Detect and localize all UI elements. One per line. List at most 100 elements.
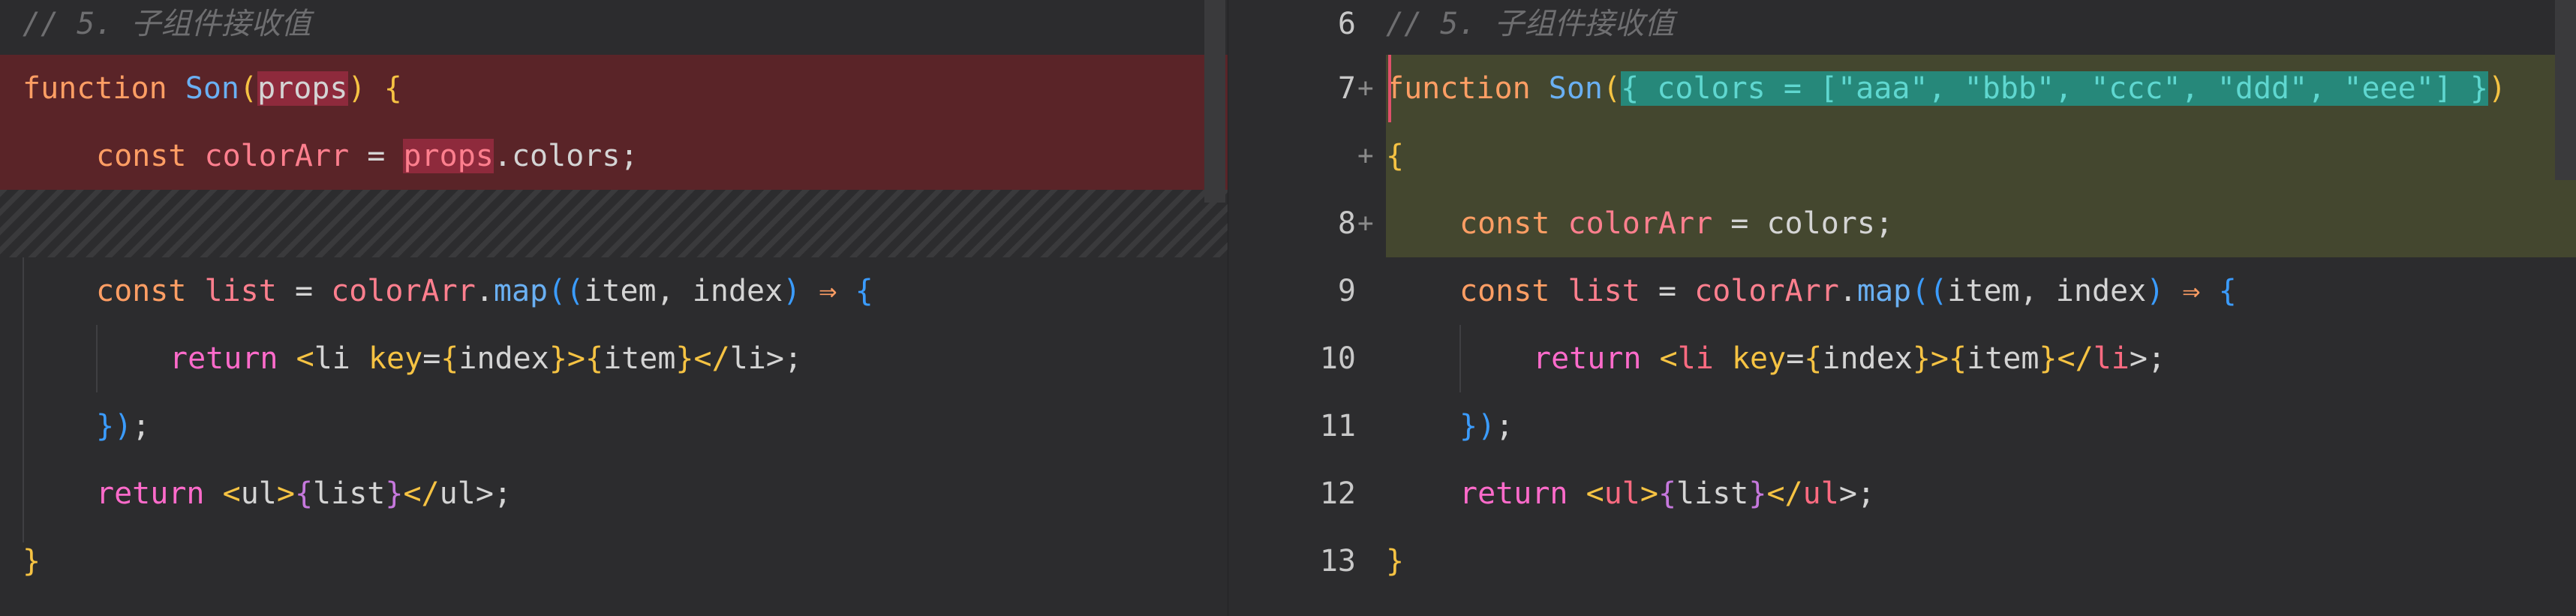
tag-bracket: < — [296, 341, 314, 376]
diff-left-pane[interactable]: // 5. 子组件接收值 function Son(props) { const… — [0, 0, 1228, 616]
keyword: function — [1386, 71, 1531, 106]
code-text: }); — [96, 392, 150, 460]
attr-name: key — [1731, 341, 1787, 376]
empty-diff-block — [0, 190, 1228, 257]
brace: } — [23, 544, 41, 578]
params: item, index — [584, 274, 783, 308]
code-line: }); — [0, 392, 1228, 460]
code-line: return <li key={index}>{item}</li>; — [0, 325, 1228, 392]
scrollbar-thumb[interactable] — [1204, 0, 1225, 203]
deleted-highlight: props — [257, 71, 348, 106]
tag-bracket: < — [222, 476, 241, 511]
dot: . — [475, 274, 494, 308]
tag-bracket: > — [567, 341, 585, 376]
variable: list — [1568, 274, 1640, 308]
tag-name: li — [1677, 341, 1714, 376]
variable: colorArr — [1568, 206, 1713, 241]
code-line: return <ul>{list}</ul>; — [0, 460, 1228, 527]
line-number: 12 — [1319, 476, 1356, 511]
brace: { — [294, 476, 314, 511]
brace: { — [383, 71, 402, 106]
keyword: return — [1459, 476, 1568, 511]
line-number: 8 — [1337, 206, 1356, 241]
comment-text: // 5. 子组件接收值 — [1386, 7, 1675, 41]
line-number: 10 — [1319, 341, 1356, 376]
code-line: }); — [1386, 392, 2576, 460]
paren: ) — [2488, 71, 2507, 106]
brace: } — [1748, 476, 1767, 511]
tag-name: li — [729, 341, 766, 376]
code-line-comment: // 5. 子组件接收值 — [0, 0, 1228, 58]
brace: } — [1912, 341, 1931, 376]
code-text: const colorArr = props.colors; — [96, 122, 639, 190]
code-line: } — [1386, 527, 2576, 595]
paren: (( — [548, 274, 585, 308]
code-text: const colorArr = colors; — [1459, 190, 1893, 257]
brace: } — [2039, 341, 2057, 376]
keyword: return — [170, 341, 278, 376]
code-text: return <li key={index}>{item}</li>; — [170, 325, 802, 392]
brace: { — [440, 341, 459, 376]
brace: }) — [1459, 409, 1496, 443]
tag-bracket: </ — [403, 476, 440, 511]
tag-bracket: >; — [475, 476, 512, 511]
tag-name: ul — [240, 476, 277, 511]
code-line: return <li key={index}>{item}</li>; — [1386, 325, 2576, 392]
code-text: return <ul>{list}</ul>; — [96, 460, 512, 527]
code-line-deleted: function Son(props) { — [0, 55, 1228, 122]
code-line: } — [0, 527, 1228, 595]
brace: { — [1658, 476, 1677, 511]
variable: item — [603, 341, 676, 376]
code-text: function Son(props) { — [23, 55, 402, 122]
comment-text: // 5. 子组件接收值 — [23, 7, 311, 41]
tag-bracket: >; — [1838, 476, 1875, 511]
keyword: return — [1533, 341, 1642, 376]
code-text: const list = colorArr.map((item, index) … — [96, 257, 873, 325]
variable: list — [313, 476, 386, 511]
member: .colors; — [493, 139, 639, 173]
code-line-added: { — [1386, 122, 2576, 190]
diff-right-pane[interactable]: 6 7 8 9 10 11 12 13 + + + // 5. 子组件接收值 f… — [1228, 0, 2576, 616]
paren: ) — [347, 71, 366, 106]
variable: colorArr — [1694, 274, 1839, 308]
line-number: 11 — [1319, 409, 1356, 443]
code-line: const list = colorArr.map((item, index) … — [1386, 257, 2576, 325]
code-line: return <ul>{list}</ul>; — [1386, 460, 2576, 527]
variable: list — [204, 274, 277, 308]
tag-bracket: >; — [2129, 341, 2166, 376]
operator: = — [294, 274, 314, 308]
operator: = — [422, 341, 441, 376]
keyword: return — [96, 476, 205, 511]
brace: { — [855, 274, 873, 308]
tag-name: ul — [1802, 476, 1839, 511]
added-line-plus-icon: + — [1357, 73, 1374, 104]
line-number: 9 — [1337, 274, 1356, 308]
paren: (( — [1911, 274, 1948, 308]
operator: = — [1658, 274, 1677, 308]
method: map — [493, 274, 549, 308]
code-line-added: const colorArr = colors; — [1386, 190, 2576, 257]
added-highlight: { colors = ["aaa", "bbb", "ccc", "ddd", … — [1621, 71, 2489, 106]
added-line-plus-icon: + — [1357, 140, 1374, 171]
tag-bracket: > — [1640, 476, 1658, 511]
code-text: function Son({ colors = ["aaa", "bbb", "… — [1386, 55, 2506, 122]
operator: = — [1786, 341, 1805, 376]
brace: } — [385, 476, 404, 511]
paren: ( — [1603, 71, 1622, 106]
semicolon: ; — [1495, 409, 1514, 443]
scrollbar-thumb[interactable] — [2555, 0, 2576, 180]
tag-bracket: < — [1586, 476, 1604, 511]
keyword: const — [1459, 274, 1550, 308]
paren: ( — [239, 71, 258, 106]
tag-bracket: < — [1659, 341, 1678, 376]
code-line-added: function Son({ colors = ["aaa", "bbb", "… — [1386, 55, 2576, 122]
tag-bracket: </ — [693, 341, 730, 376]
code-text: return <ul>{list}</ul>; — [1459, 460, 1875, 527]
brace: { — [1949, 341, 1967, 376]
tag-name: ul — [1604, 476, 1640, 511]
brace: { — [1804, 341, 1823, 376]
tag-bracket: </ — [2057, 341, 2094, 376]
tag-bracket: >; — [765, 341, 803, 376]
deleted-highlight: props — [403, 139, 494, 173]
code-text: }); — [1459, 392, 1513, 460]
